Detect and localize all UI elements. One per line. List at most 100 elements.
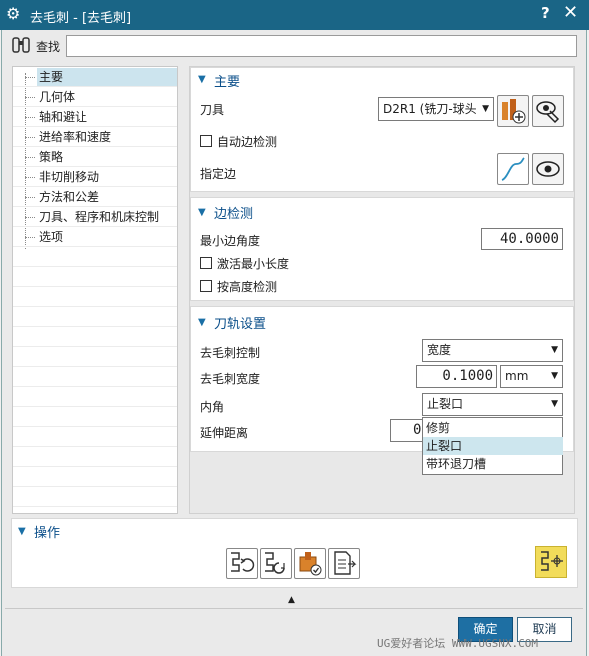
verify-button[interactable] <box>294 548 326 579</box>
collapse-triangle-icon[interactable]: ▼ <box>18 526 26 537</box>
replay-icon <box>265 552 285 574</box>
deburr-control-select[interactable]: 宽度 ▼ <box>422 339 563 362</box>
list-export-icon <box>334 551 357 575</box>
show-edge-button[interactable] <box>532 153 564 185</box>
new-tool-icon <box>502 99 526 124</box>
min-angle-label: 最小边角度 <box>200 234 261 248</box>
tree-row[interactable]: 进给率和速度 <box>13 127 177 147</box>
tree-item-axis-avoidance[interactable]: 轴和避让 <box>37 108 89 126</box>
tree-row <box>13 347 177 367</box>
navigation-tree: 主要 几何体 轴和避让 进给率和速度 策略 非切削移动 方法和公差 刀具、程序和… <box>12 66 178 514</box>
tree-row <box>13 367 177 387</box>
edit-tool-button[interactable] <box>532 95 564 127</box>
collapse-triangle-icon[interactable]: ▼ <box>198 207 206 218</box>
tree-item-geometry[interactable]: 几何体 <box>37 88 77 106</box>
actions-title[interactable]: 操作 <box>34 522 60 541</box>
tree-row <box>13 467 177 487</box>
tree-row[interactable]: 策略 <box>13 147 177 167</box>
title-bar: ⚙ 去毛刺 - [去毛刺] ? ✕ <box>0 0 589 30</box>
tree-row <box>13 487 177 507</box>
inner-corner-dropdown-list: 修剪 止裂口 带环退刀槽 <box>422 417 563 475</box>
tree-row[interactable]: 非切削移动 <box>13 167 177 187</box>
binoculars-icon <box>11 36 33 56</box>
chevron-down-icon: ▼ <box>551 345 558 355</box>
tree-item-non-cutting[interactable]: 非切削移动 <box>37 168 101 186</box>
edge-section-title[interactable]: 边检测 <box>214 203 253 222</box>
auto-edge-checkbox[interactable] <box>200 135 212 147</box>
tool-select[interactable]: D2R1 (铣刀-球头 ▼ <box>378 97 494 121</box>
watermark: UG爱好者论坛 WWW.UGSNX.COM <box>377 637 538 650</box>
tree-row <box>13 387 177 407</box>
specify-edge-label: 指定边 <box>200 167 237 181</box>
tree-row[interactable]: 选项 <box>13 227 177 247</box>
tree-row <box>13 267 177 287</box>
tree-row[interactable]: 刀具、程序和机床控制 <box>13 207 177 227</box>
height-detect-checkbox[interactable] <box>200 280 212 292</box>
collapse-triangle-icon[interactable]: ▼ <box>198 317 206 328</box>
extend-distance-label: 延伸距离 <box>200 426 249 440</box>
min-length-label: 激活最小长度 <box>217 257 290 271</box>
tree-row <box>13 427 177 447</box>
height-detect-label: 按高度检测 <box>217 280 278 294</box>
deburr-control-value: 宽度 <box>427 343 452 357</box>
tree-row[interactable]: 主要 <box>13 67 177 87</box>
tree-row <box>13 327 177 347</box>
tree-row <box>13 287 177 307</box>
tree-item-feeds-speeds[interactable]: 进给率和速度 <box>37 128 113 146</box>
tool-label: 刀具 <box>200 103 225 117</box>
min-length-checkbox[interactable] <box>200 257 212 269</box>
find-label: 查找 <box>36 40 61 54</box>
tree-item-tool-program-machine[interactable]: 刀具、程序和机床控制 <box>37 208 161 226</box>
dropdown-option-loop-undercut[interactable]: 带环退刀槽 <box>423 455 563 473</box>
tree-row[interactable]: 方法和公差 <box>13 187 177 207</box>
tree-item-strategy[interactable]: 策略 <box>37 148 65 166</box>
new-tool-button[interactable] <box>497 95 529 127</box>
list-button[interactable] <box>328 548 360 579</box>
inner-corner-select[interactable]: 止裂口 ▼ <box>422 393 563 416</box>
deburr-control-label: 去毛刺控制 <box>200 346 261 360</box>
unit-select[interactable]: mm ▼ <box>500 365 563 388</box>
tree-row <box>13 407 177 427</box>
generate-path-icon <box>231 552 255 572</box>
tree-row <box>13 307 177 327</box>
wrench-eye-icon <box>536 101 560 124</box>
auto-edge-label: 自动边检测 <box>217 135 278 149</box>
chevron-down-icon: ▼ <box>482 104 489 114</box>
select-edge-button[interactable] <box>497 153 529 185</box>
tree-item-method-tolerance[interactable]: 方法和公差 <box>37 188 101 206</box>
dropdown-option-relief[interactable]: 止裂口 <box>423 437 563 455</box>
tool-select-value: D2R1 (铣刀-球头 <box>383 102 477 116</box>
generate-button[interactable] <box>226 548 258 579</box>
gear-icon[interactable]: ⚙ <box>6 4 20 23</box>
tree-row <box>13 447 177 467</box>
main-section-title[interactable]: 主要 <box>214 71 240 90</box>
tree-item-main[interactable]: 主要 <box>37 68 177 86</box>
eye-icon <box>536 161 560 177</box>
deburr-width-label: 去毛刺宽度 <box>200 372 261 386</box>
find-input[interactable] <box>66 35 577 57</box>
verify-icon <box>299 552 322 576</box>
toolpath-section-title[interactable]: 刀轨设置 <box>214 313 266 332</box>
collapse-triangle-icon[interactable]: ▼ <box>198 74 206 85</box>
help-button[interactable]: ? <box>541 4 550 22</box>
tree-item-options[interactable]: 选项 <box>37 228 65 246</box>
tree-row[interactable]: 几何体 <box>13 87 177 107</box>
chevron-down-icon: ▼ <box>551 399 558 409</box>
inner-corner-label: 内角 <box>200 400 225 414</box>
divider <box>5 608 583 609</box>
chevron-down-icon: ▼ <box>551 371 558 381</box>
replay-button[interactable] <box>260 548 292 579</box>
generate-highlight-button[interactable] <box>535 546 567 578</box>
tree-row <box>13 247 177 267</box>
extend-distance-input[interactable]: 0 <box>390 419 424 442</box>
expand-up-icon[interactable]: ▲ <box>288 595 295 605</box>
inner-corner-value: 止裂口 <box>427 397 464 411</box>
deburr-width-input[interactable]: 0.1000 <box>416 365 497 388</box>
dropdown-option-trim[interactable]: 修剪 <box>423 419 563 437</box>
tree-row[interactable]: 轴和避让 <box>13 107 177 127</box>
window-title: 去毛刺 - [去毛刺] <box>30 11 132 26</box>
unit-value: mm <box>505 369 529 383</box>
close-button[interactable]: ✕ <box>563 2 578 23</box>
curve-icon <box>501 157 525 181</box>
min-angle-input[interactable]: 40.0000 <box>481 228 563 250</box>
